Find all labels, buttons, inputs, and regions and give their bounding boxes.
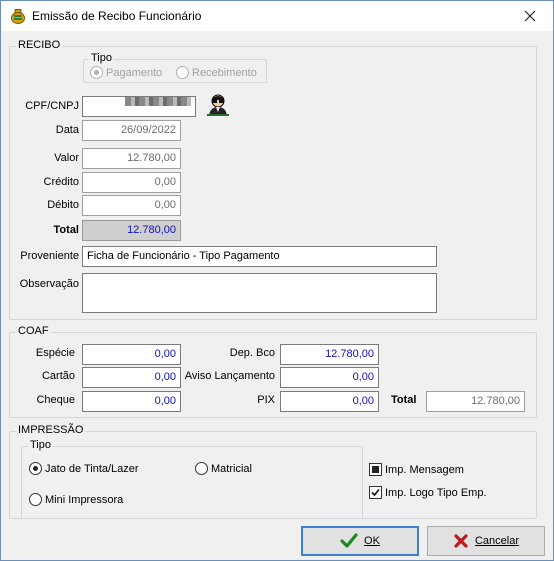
imp-mensagem-checkbox[interactable]: Imp. Mensagem [369, 463, 464, 476]
coaf-total-field: 12.780,00 [426, 391, 525, 412]
dialog-window: Emissão de Recibo Funcionário RECIBO Tip… [0, 0, 554, 561]
radio-jato-tinta[interactable]: Jato de Tinta/Lazer [29, 462, 139, 475]
cartao-field[interactable]: 0,00 [82, 367, 181, 388]
radio-recebimento[interactable]: Recebimento [176, 66, 257, 79]
radio-matricial[interactable]: Matricial [195, 462, 252, 475]
cheque-field[interactable]: 0,00 [82, 391, 181, 412]
debito-label: Débito [47, 199, 79, 211]
observacao-label: Observação [19, 278, 79, 290]
radio-mini-impressora[interactable]: Mini Impressora [29, 493, 123, 506]
debito-field[interactable]: 0,00 [82, 195, 181, 216]
valor-field[interactable]: 12.780,00 [82, 148, 181, 169]
coaf-total-label: Total [391, 394, 417, 406]
ok-button[interactable]: OK [301, 526, 419, 556]
cheque-label: Cheque [36, 394, 75, 406]
radio-pagamento-label: Pagamento [106, 66, 163, 79]
especie-label: Espécie [35, 347, 75, 359]
tipo-recibo-legend: Tipo [89, 52, 114, 64]
recibo-legend: RECIBO [16, 39, 63, 51]
especie-field[interactable]: 0,00 [82, 344, 181, 365]
total-field: 12.780,00 [82, 220, 181, 241]
radio-mini-impressora-label: Mini Impressora [45, 493, 124, 506]
tipo-impressao-legend: Tipo [28, 439, 53, 451]
radio-jato-tinta-label: Jato de Tinta/Lazer [45, 462, 139, 475]
proveniente-field[interactable]: Ficha de Funcionário - Tipo Pagamento [82, 246, 437, 267]
close-icon[interactable] [507, 1, 553, 31]
radio-jato-tinta-dot [29, 462, 42, 475]
cpf-label: CPF/CNPJ [25, 100, 79, 112]
title-bar: Emissão de Recibo Funcionário [1, 1, 553, 31]
dep-bco-label: Dep. Bco [229, 347, 275, 359]
data-label: Data [55, 124, 79, 136]
imp-logo-label: Imp. Logo Tipo Emp. [385, 486, 487, 499]
cartao-label: Cartão [41, 370, 75, 382]
radio-pagamento-dot [90, 66, 103, 79]
pix-field[interactable]: 0,00 [280, 391, 379, 412]
data-field[interactable]: 26/09/2022 [82, 120, 181, 141]
person-search-icon[interactable] [206, 93, 230, 117]
checkmark-icon [371, 488, 380, 497]
checkmark-icon [340, 533, 358, 549]
cancel-button-label: Cancelar [474, 535, 520, 547]
radio-matricial-dot [195, 462, 208, 475]
radio-pagamento[interactable]: Pagamento [90, 66, 162, 79]
imp-logo-box [369, 486, 382, 499]
imp-mensagem-box [369, 463, 382, 476]
coaf-legend: COAF [16, 325, 51, 337]
ok-button-label: OK [364, 535, 380, 547]
tipo-impressao-group [21, 446, 363, 519]
observacao-field[interactable] [82, 273, 437, 313]
aviso-lancamento-label: Aviso Lançamento [184, 370, 275, 382]
cancel-button[interactable]: Cancelar [427, 526, 545, 556]
radio-mini-impressora-dot [29, 493, 42, 506]
imp-logo-checkbox[interactable]: Imp. Logo Tipo Emp. [369, 486, 487, 499]
aviso-lancamento-field[interactable]: 0,00 [280, 367, 379, 388]
redacted-cpf [125, 97, 191, 106]
radio-recebimento-label: Recebimento [192, 66, 257, 79]
impressao-legend: IMPRESSÃO [16, 424, 86, 436]
valor-label: Valor [54, 152, 79, 164]
dep-bco-field[interactable]: 12.780,00 [280, 344, 379, 365]
pix-label: PIX [257, 394, 275, 406]
money-bag-icon [10, 8, 26, 24]
credito-field[interactable]: 0,00 [82, 172, 181, 193]
window-title: Emissão de Recibo Funcionário [32, 9, 202, 23]
imp-mensagem-label: Imp. Mensagem [385, 463, 464, 476]
radio-recebimento-dot [176, 66, 189, 79]
total-label: Total [53, 224, 79, 236]
x-mark-icon [453, 533, 469, 549]
credito-label: Crédito [43, 176, 79, 188]
proveniente-label: Proveniente [20, 250, 79, 262]
radio-matricial-label: Matricial [211, 462, 252, 475]
